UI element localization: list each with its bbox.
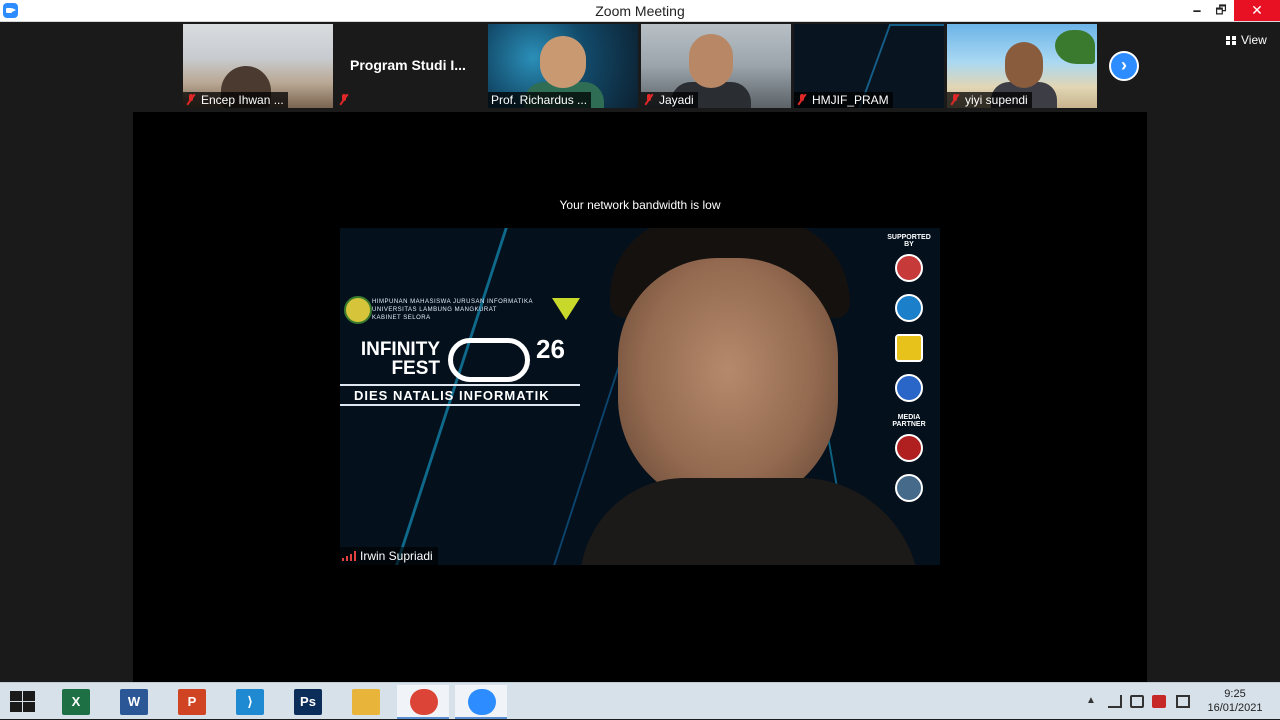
media-partner-logo-icon: [895, 434, 923, 462]
volume-icon[interactable]: [1130, 695, 1144, 708]
participant-video: [540, 36, 586, 88]
participant-name: yiyi supendi: [965, 93, 1028, 107]
participant-name-label: Encep Ihwan ...: [183, 92, 288, 108]
taskbar-app-file-explorer[interactable]: [339, 685, 391, 719]
windows-logo-icon: [23, 702, 35, 712]
participant-tile[interactable]: HMJIF_PRAM: [794, 24, 944, 108]
zoom-icon: [468, 689, 496, 715]
speaker-stage: Your network bandwidth is low HIMPUNAN M…: [133, 112, 1147, 682]
participant-name-label: yiyi supendi: [947, 92, 1032, 108]
restore-button[interactable]: 🗗: [1206, 0, 1236, 21]
mic-muted-icon: [644, 94, 654, 105]
participant-display-name: Program Studi I...: [350, 57, 466, 73]
windows-taskbar: X W P ⟩ Ps ▲ 9:25 16/01/2021: [0, 682, 1280, 719]
participant-tile[interactable]: Encep Ihwan ...: [183, 24, 333, 108]
taskbar-app-vscode[interactable]: ⟩: [223, 685, 275, 719]
participant-video: [1005, 42, 1043, 88]
windows-start-button[interactable]: [10, 691, 36, 713]
participant-tile[interactable]: Program Studi I...: [336, 24, 486, 108]
close-button[interactable]: ✕: [1234, 0, 1280, 21]
participant-name: Encep Ihwan ...: [201, 93, 284, 107]
participant-name-label: Prof. Richardus ...: [488, 92, 592, 108]
meeting-area: Encep Ihwan ... Program Studi I... Prof.…: [0, 22, 1280, 682]
infinity-logo-icon: [448, 338, 530, 382]
security-alert-icon[interactable]: [1152, 695, 1166, 708]
speaker-name: Irwin Supriadi: [360, 549, 433, 563]
battery-icon[interactable]: [1176, 695, 1190, 708]
participant-tile[interactable]: yiyi supendi: [947, 24, 1097, 108]
sponsor-column: SUPPORTED BY MEDIA PARTNER: [884, 234, 934, 514]
grid-view-icon: [1226, 36, 1236, 45]
windows-logo-icon: [10, 691, 22, 701]
participant-name: Prof. Richardus ...: [491, 93, 588, 107]
speaker-person: [580, 228, 920, 565]
taskbar-app-chrome[interactable]: [397, 685, 449, 719]
participant-tile[interactable]: Prof. Richardus ...: [488, 24, 638, 108]
sponsor-logo-icon: [895, 374, 923, 402]
view-label: View: [1241, 33, 1267, 47]
speaker-face: [618, 258, 838, 508]
photoshop-icon: Ps: [294, 689, 322, 715]
mic-muted-icon: [797, 94, 807, 105]
speaker-name-label: Irwin Supriadi: [340, 547, 438, 565]
window-title: Zoom Meeting: [595, 3, 685, 19]
taskbar-clock[interactable]: 9:25 16/01/2021: [1204, 687, 1266, 715]
sponsor-logo-icon: [895, 334, 923, 362]
clock-time: 9:25: [1224, 688, 1246, 700]
media-partner-label: MEDIA PARTNER: [892, 414, 926, 428]
file-explorer-icon: [352, 689, 380, 715]
tagline-text: DIES NATALIS INFORMATIK: [354, 388, 550, 403]
bandwidth-warning: Your network bandwidth is low: [559, 198, 721, 212]
mic-muted-icon: [950, 94, 960, 105]
mic-muted-icon: [339, 94, 349, 105]
windows-logo-icon: [23, 691, 35, 701]
participant-name: HMJIF_PRAM: [812, 93, 889, 107]
next-page-button[interactable]: ›: [1109, 51, 1139, 81]
powerpoint-icon: P: [178, 689, 206, 715]
participant-strip: Encep Ihwan ... Program Studi I... Prof.…: [0, 22, 1280, 110]
taskbar-app-word[interactable]: W: [107, 685, 159, 719]
participant-name-label: HMJIF_PRAM: [794, 92, 893, 108]
chrome-icon: [410, 689, 438, 715]
network-icon[interactable]: [1108, 695, 1122, 708]
participant-name-label: [336, 92, 358, 108]
taskbar-app-zoom[interactable]: [455, 685, 507, 719]
event-brand-text: INFINITY FEST: [360, 339, 440, 379]
taskbar-app-photoshop[interactable]: Ps: [281, 685, 333, 719]
university-seal-icon: [344, 296, 372, 324]
taskbar-app-excel[interactable]: X: [49, 685, 101, 719]
active-speaker-video[interactable]: HIMPUNAN MAHASISWA JURUSAN INFORMATIKA U…: [340, 228, 940, 565]
anniversary-number: 26: [536, 334, 565, 364]
chevron-logo-icon: [552, 298, 580, 320]
excel-icon: X: [62, 689, 90, 715]
media-partner-logo-icon: [895, 474, 923, 502]
supported-by-label: SUPPORTED BY: [887, 234, 931, 248]
org-name-text: HIMPUNAN MAHASISWA JURUSAN INFORMATIKA U…: [372, 299, 534, 321]
sponsor-logo-icon: [895, 254, 923, 282]
sponsor-logo-icon: [895, 294, 923, 322]
view-button[interactable]: View: [1226, 33, 1267, 47]
participant-video: [1055, 30, 1095, 64]
mic-muted-icon: [186, 94, 196, 105]
participant-tile[interactable]: Jayadi: [641, 24, 791, 108]
clock-date: 16/01/2021: [1207, 702, 1263, 714]
participant-name-label: Jayadi: [641, 92, 698, 108]
taskbar-app-powerpoint[interactable]: P: [165, 685, 217, 719]
word-icon: W: [120, 689, 148, 715]
vscode-icon: ⟩: [236, 689, 264, 715]
windows-logo-icon: [10, 702, 22, 712]
tray-chevron-up-icon[interactable]: ▲: [1086, 695, 1100, 708]
title-bar: Zoom Meeting 🗕 🗗 ✕: [0, 0, 1280, 22]
poor-connection-icon: [342, 551, 356, 561]
participant-name: Jayadi: [659, 93, 694, 107]
participant-video: [689, 34, 733, 88]
